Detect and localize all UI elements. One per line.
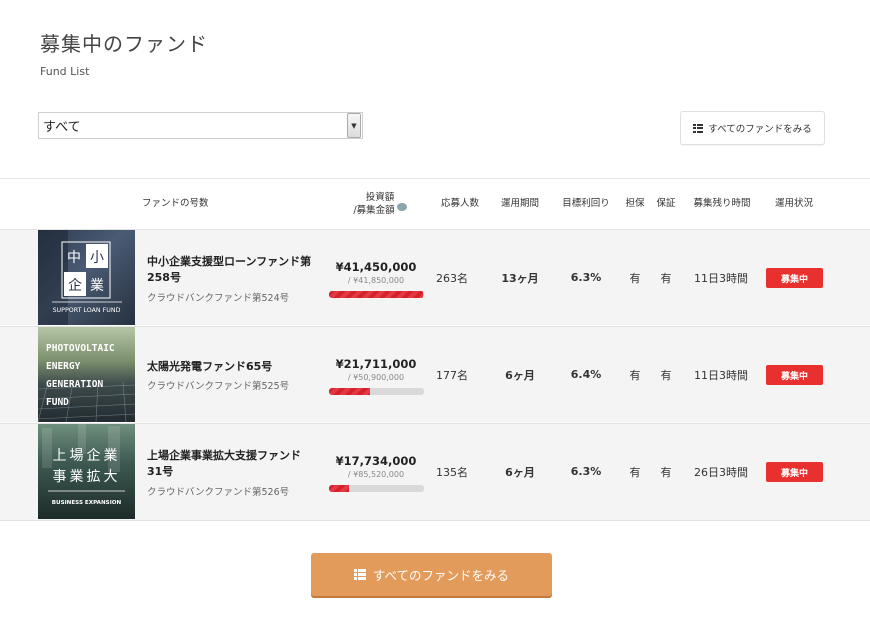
- header-yield: 目標利回り: [562, 198, 610, 210]
- fund-thumbnail[interactable]: 中 小 企 業 SUPPORT LOAN FUND: [38, 230, 135, 325]
- thumb-char: 中: [67, 250, 81, 266]
- progress-bar: [329, 291, 424, 298]
- header-remaining: 募集残り時間: [693, 198, 751, 210]
- status-badge: 募集中: [766, 365, 823, 385]
- remaining-time: 11日3時間: [694, 368, 748, 382]
- list-icon: [353, 569, 366, 580]
- target-yield: 6.3%: [570, 271, 602, 284]
- view-all-funds-label: すべてのファンドをみる: [708, 124, 812, 135]
- thumb-char: 小: [90, 250, 104, 266]
- header-fund-name: ファンドの号数: [142, 198, 209, 210]
- view-all-funds-button-top[interactable]: すべてのファンドをみる: [680, 111, 825, 145]
- thumb-text-line: GENERATION: [46, 379, 103, 390]
- collateral-value: 有: [629, 368, 641, 382]
- target-amount: / ¥85,520,000: [347, 470, 405, 479]
- invested-amount: ¥17,734,000: [335, 454, 417, 468]
- target-amount: / ¥41,850,000: [347, 276, 405, 285]
- fund-table-header: ファンドの号数 投資額 /募集金額 応募人数 運用期間 目標利回り 担保 保証 …: [0, 178, 870, 229]
- fund-code: クラウドバンクファンド第524号: [147, 293, 290, 304]
- fund-name-link[interactable]: 中小企業支援型ローンファンド第258号: [147, 254, 312, 286]
- applicants-count: 135名: [436, 465, 468, 479]
- fund-row[interactable]: 中 小 企 業 SUPPORT LOAN FUND 中小企業支援型ローンファンド…: [0, 229, 870, 325]
- page-subtitle: Fund List: [40, 65, 90, 78]
- progress-bar: [329, 388, 424, 395]
- collateral-value: 有: [629, 465, 641, 479]
- guarantee-value: 有: [660, 271, 672, 285]
- thumb-text-line: PHOTOVOLTAIC: [46, 343, 115, 354]
- filter-selected-value: すべて: [43, 120, 81, 135]
- thumb-caption: BUSINESS EXPANSION: [52, 500, 122, 506]
- header-status: 運用状況: [774, 198, 813, 210]
- progress-fill: [329, 388, 370, 395]
- remaining-time: 26日3時間: [694, 465, 748, 479]
- fund-code: クラウドバンクファンド第525号: [147, 381, 290, 392]
- target-yield: 6.4%: [570, 368, 602, 381]
- header-collateral: 担保: [625, 198, 645, 210]
- fund-thumbnail[interactable]: PHOTOVOLTAIC ENERGY GENERATION FUND: [38, 327, 135, 422]
- chevron-down-icon[interactable]: ▼: [347, 113, 361, 138]
- list-icon: [693, 123, 704, 133]
- comment-bubble-icon[interactable]: [396, 203, 407, 211]
- thumb-text-line: 上場企業: [53, 447, 121, 464]
- view-all-funds-label: すべてのファンドをみる: [372, 568, 510, 583]
- target-yield: 6.3%: [570, 465, 602, 478]
- page-title: 募集中のファンド: [40, 32, 208, 56]
- thumb-text-line: ENERGY: [46, 361, 81, 372]
- progress-fill: [329, 485, 349, 492]
- header-amount-line1: 投資額: [365, 191, 395, 203]
- invested-amount: ¥21,711,000: [335, 357, 417, 371]
- thumb-caption: SUPPORT LOAN FUND: [53, 307, 121, 314]
- thumb-char: 企: [68, 277, 82, 294]
- operation-period: 6ヶ月: [505, 368, 535, 382]
- fund-name-link[interactable]: 上場企業事業拡大支援ファンド31号: [147, 448, 312, 480]
- target-amount: / ¥50,900,000: [347, 373, 405, 382]
- progress-bar: [329, 485, 424, 492]
- header-period: 運用期間: [500, 198, 539, 210]
- operation-period: 13ヶ月: [501, 271, 539, 285]
- thumb-text-line: FUND: [46, 397, 69, 408]
- applicants-count: 263名: [436, 271, 468, 285]
- status-badge: 募集中: [766, 268, 823, 288]
- status-badge: 募集中: [766, 462, 823, 482]
- guarantee-value: 有: [660, 368, 672, 382]
- invested-amount: ¥41,450,000: [335, 260, 417, 274]
- guarantee-value: 有: [660, 465, 672, 479]
- thumb-text-line: 事業拡大: [53, 469, 121, 485]
- header-amount: 投資額 /募集金額: [340, 179, 420, 230]
- fund-code: クラウドバンクファンド第526号: [147, 487, 290, 498]
- header-amount-line2: /募集金額: [353, 204, 395, 216]
- fund-thumbnail[interactable]: 上場企業 事業拡大 BUSINESS EXPANSION: [38, 424, 135, 519]
- collateral-value: 有: [629, 271, 641, 285]
- header-applicants: 応募人数: [440, 198, 479, 210]
- fund-row[interactable]: 上場企業 事業拡大 BUSINESS EXPANSION 上場企業事業拡大支援フ…: [0, 423, 870, 521]
- thumb-char: 業: [90, 278, 104, 294]
- applicants-count: 177名: [436, 368, 468, 382]
- remaining-time: 11日3時間: [694, 271, 748, 285]
- operation-period: 6ヶ月: [505, 465, 535, 479]
- fund-name-link[interactable]: 太陽光発電ファンド65号: [147, 359, 312, 375]
- fund-row[interactable]: PHOTOVOLTAIC ENERGY GENERATION FUND 太陽光発…: [0, 326, 870, 422]
- header-guarantee: 保証: [656, 198, 676, 210]
- progress-fill: [329, 291, 424, 298]
- view-all-funds-button-bottom[interactable]: すべてのファンドをみる: [311, 553, 552, 596]
- fund-filter-select[interactable]: すべて ▼: [38, 112, 363, 139]
